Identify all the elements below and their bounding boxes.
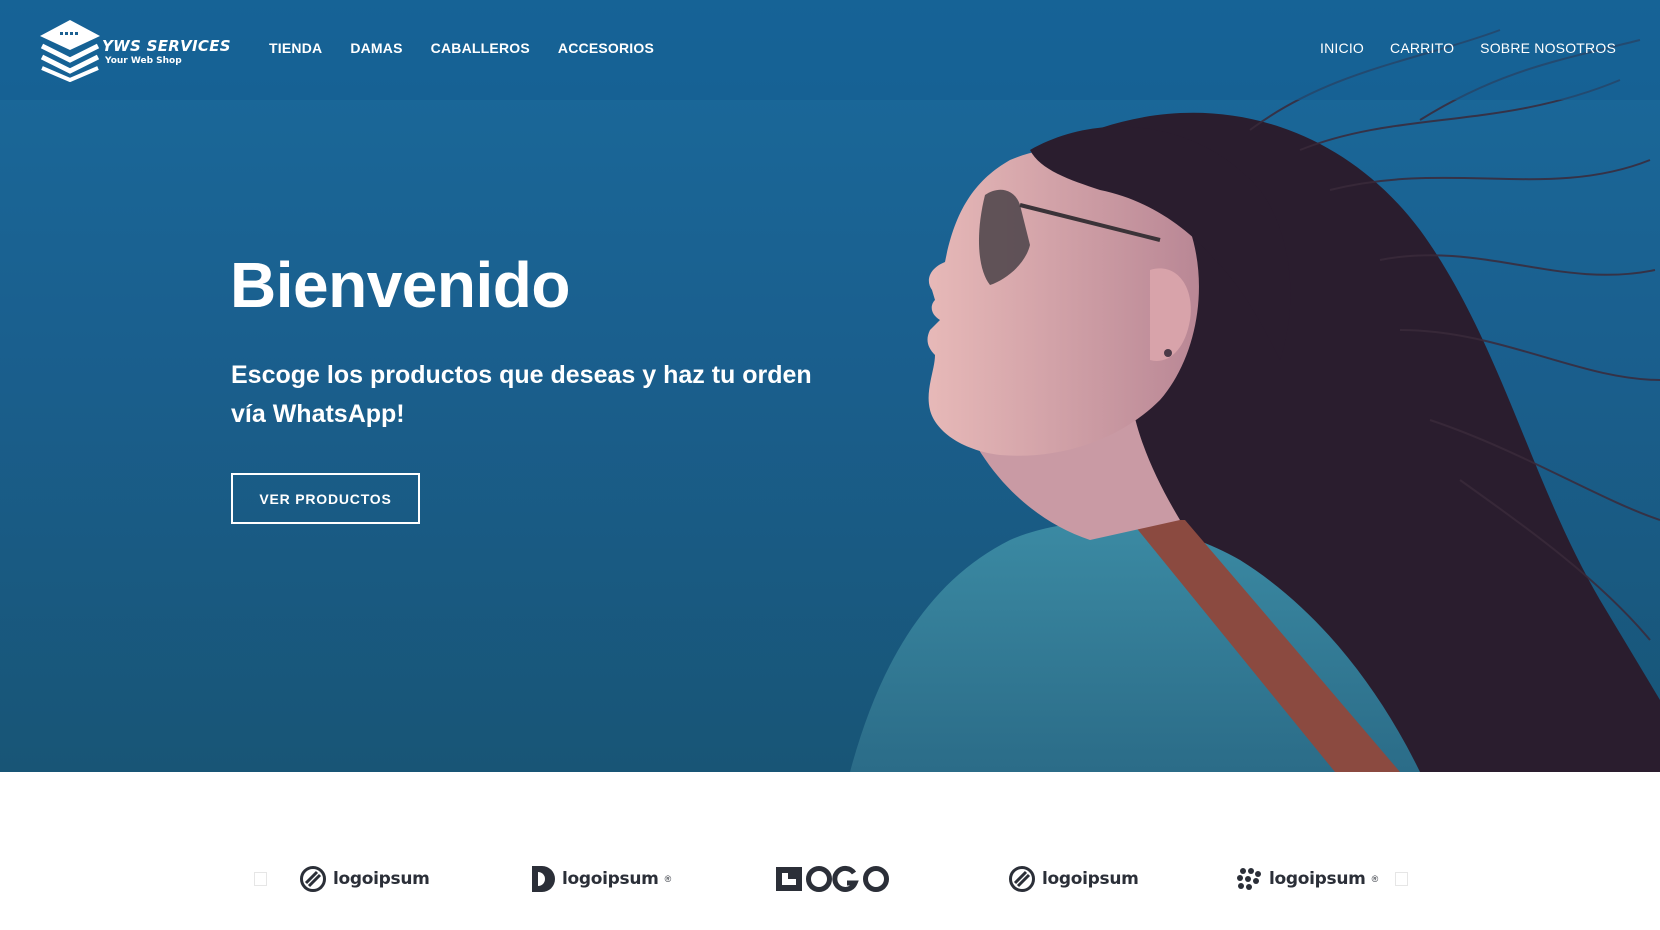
- partner-logo-1-text: logoipsum: [333, 869, 430, 889]
- hero-subtitle: Escoge los productos que deseas y haz tu…: [231, 361, 812, 428]
- partner-logo-4-text: logoipsum: [1042, 869, 1139, 889]
- partner-logo-5[interactable]: logoipsum ®: [1235, 863, 1378, 895]
- hero-section: YWS SERVICES Your Web Shop TIENDA DAMAS …: [0, 0, 1660, 772]
- stacked-layers-logo-icon: [40, 20, 100, 82]
- striped-circle-icon: [300, 866, 326, 892]
- site-logo[interactable]: YWS SERVICES Your Web Shop: [38, 18, 238, 82]
- partner-logo-4[interactable]: logoipsum: [1008, 863, 1139, 895]
- carousel-prev-button[interactable]: [254, 872, 267, 886]
- carousel-next-button[interactable]: [1395, 872, 1408, 886]
- brand-subtitle: Your Web Shop: [105, 56, 182, 66]
- ver-productos-button[interactable]: VER PRODUCTOS: [231, 473, 420, 524]
- nav-item-accesorios[interactable]: ACCESORIOS: [558, 40, 654, 56]
- dot-cluster-icon: [1237, 868, 1261, 890]
- top-navbar: YWS SERVICES Your Web Shop TIENDA DAMAS …: [0, 0, 1660, 100]
- nav-item-tienda[interactable]: TIENDA: [269, 40, 322, 56]
- nav-item-carrito[interactable]: CARRITO: [1390, 40, 1454, 56]
- primary-nav: TIENDA DAMAS CABALLEROS ACCESORIOS: [269, 40, 654, 56]
- secondary-nav: INICIO CARRITO SOBRE NOSOTROS: [1320, 40, 1616, 56]
- partner-logo-1[interactable]: logoipsum: [299, 863, 430, 895]
- partner-logo-5-registered: ®: [1371, 874, 1379, 884]
- half-circle-block-icon: [532, 866, 555, 892]
- brand-title: YWS SERVICES: [102, 37, 231, 55]
- partner-logo-2-registered: ®: [664, 874, 672, 884]
- partner-logo-2-text: logoipsum: [562, 869, 659, 889]
- nav-item-caballeros[interactable]: CABALLEROS: [431, 40, 530, 56]
- logo-wordmark-icon: [776, 865, 889, 892]
- partner-logo-2[interactable]: logoipsum ®: [530, 863, 671, 895]
- partner-logos-carousel: [0, 772, 1660, 930]
- nav-item-damas[interactable]: DAMAS: [350, 40, 402, 56]
- partner-logo-3[interactable]: [775, 863, 890, 895]
- nav-item-inicio[interactable]: INICIO: [1320, 40, 1364, 56]
- partner-logo-5-text: logoipsum: [1269, 869, 1366, 889]
- nav-item-sobre-nosotros[interactable]: SOBRE NOSOTROS: [1480, 40, 1616, 56]
- striped-circle-icon: [1009, 866, 1035, 892]
- hero-title: Bienvenido: [230, 249, 570, 321]
